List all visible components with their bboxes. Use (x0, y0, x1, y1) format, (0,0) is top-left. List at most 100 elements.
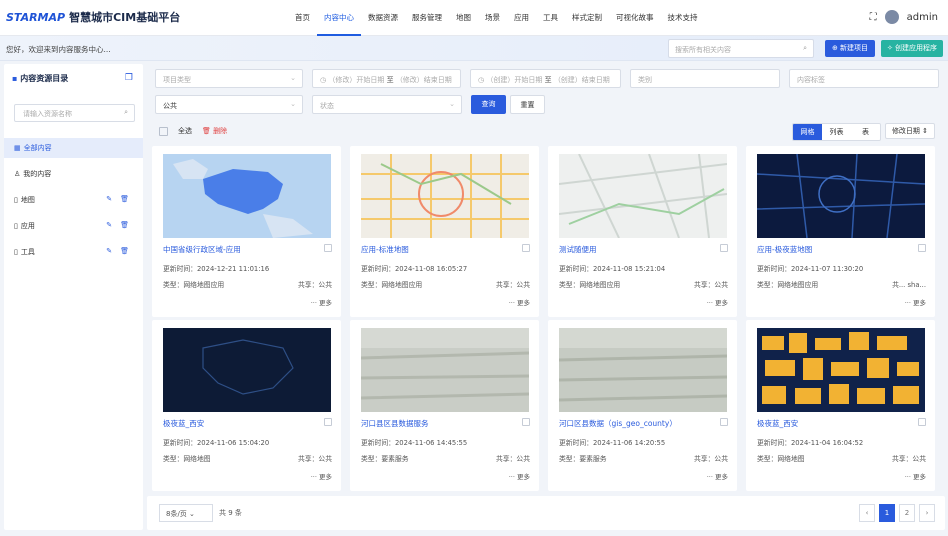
type-select[interactable]: 项目类型 ⌄ (155, 69, 303, 88)
card-more[interactable]: ··· 更多 (905, 297, 926, 307)
nav-style-custom[interactable]: 样式定制 (565, 0, 609, 36)
nav-support[interactable]: 技术支持 (661, 0, 705, 36)
card-checkbox[interactable] (324, 418, 332, 426)
card-title[interactable]: 极夜蓝_西安 (163, 418, 204, 429)
sort-select[interactable]: 修改日期 ⇕ (885, 123, 935, 139)
card-title[interactable]: 中国省级行政区域-应用 (163, 244, 241, 255)
nav-visual-story[interactable]: 可视化故事 (609, 0, 661, 36)
chevron-down-icon: ⌄ (449, 100, 455, 108)
sidebar-item-apps[interactable]: ▯ 应用 ✎ 🗑 (4, 216, 143, 236)
map-thumbnail[interactable] (559, 154, 727, 238)
card-checkbox[interactable] (720, 244, 728, 252)
reset-button[interactable]: 重置 (510, 95, 545, 114)
map-thumbnail[interactable] (163, 154, 331, 238)
card-title[interactable]: 测试随便用 (559, 244, 597, 255)
map-thumbnail[interactable] (757, 154, 925, 238)
search-icon[interactable]: ⌕ (124, 108, 128, 117)
nav-data-resources[interactable]: 数据资源 (361, 0, 405, 36)
content-card[interactable]: 测试随便用 更新时间：2024-11-08 15:21:04 类型：网络地图应用… (548, 146, 737, 317)
page-button-1[interactable]: 1 (879, 504, 895, 522)
card-title[interactable]: 河口县区县数据服务 (361, 418, 429, 429)
sidebar-item-all[interactable]: ▦ 全部内容 (4, 138, 143, 158)
map-thumbnail[interactable] (163, 328, 331, 412)
card-title[interactable]: 河口区县数据（gis_geo_county） (559, 418, 677, 429)
trash-icon[interactable]: 🗑 (120, 195, 129, 203)
card-more[interactable]: ··· 更多 (707, 297, 728, 307)
card-more[interactable]: ··· 更多 (707, 471, 728, 481)
nav-maps[interactable]: 地图 (449, 0, 478, 36)
edit-icon[interactable]: ✎ (106, 247, 112, 255)
sidebar-item-maps[interactable]: ▯ 地图 ✎ 🗑 (4, 190, 143, 210)
card-checkbox[interactable] (324, 244, 332, 252)
modify-date-range[interactable]: ◷ （修改）开始日期 至 （修改）结束日期 (312, 69, 461, 88)
page-button-2[interactable]: 2 (899, 504, 915, 522)
tags-input[interactable]: 内容标签 (789, 69, 939, 88)
sidebar-search-input[interactable]: 请输入资源名称 ⌕ (14, 104, 135, 122)
card-more[interactable]: ··· 更多 (311, 297, 332, 307)
nav-home[interactable]: 首页 (288, 0, 317, 36)
nav-scenes[interactable]: 场景 (478, 0, 507, 36)
card-checkbox[interactable] (918, 244, 926, 252)
content-card[interactable]: 极夜蓝_西安 更新时间：2024-11-06 15:04:20 类型：网络地图 … (152, 320, 341, 491)
select-all-checkbox[interactable] (159, 126, 168, 136)
map-thumbnail[interactable] (757, 328, 925, 412)
edit-icon[interactable]: ✎ (106, 221, 112, 229)
view-grid-button[interactable]: 网格 (793, 124, 822, 140)
card-checkbox[interactable] (522, 244, 530, 252)
trash-icon[interactable]: 🗑 (120, 221, 129, 229)
content-card[interactable]: 河口区县数据（gis_geo_county） 更新时间：2024-11-06 1… (548, 320, 737, 491)
content-card[interactable]: 应用-极夜蓝地图 更新时间：2024-11-07 11:30:20 类型：网络地… (746, 146, 935, 317)
create-start: （创建）开始日期 (486, 76, 543, 84)
page-size-select[interactable]: 8条/页 ⌄ (159, 504, 213, 522)
user-name[interactable]: admin (907, 12, 938, 23)
card-title[interactable]: 应用-标准地图 (361, 244, 409, 255)
content-card[interactable]: 河口县区县数据服务 更新时间：2024-11-06 14:45:55 类型：要素… (350, 320, 539, 491)
delete-button[interactable]: 🗑 删除 (202, 126, 227, 136)
share-select[interactable]: 公共 ⌄ (155, 95, 303, 114)
logo[interactable]: STARMAP 智慧城市CIM基础平台 (6, 9, 180, 25)
card-more[interactable]: ··· 更多 (905, 471, 926, 481)
card-more[interactable]: ··· 更多 (509, 297, 530, 307)
view-table-button[interactable]: 表 (851, 124, 880, 140)
map-thumbnail[interactable] (361, 328, 529, 412)
prev-page-button[interactable]: ‹ (859, 504, 875, 522)
copy-icon[interactable]: ❐ (125, 73, 133, 83)
nav-tools[interactable]: 工具 (536, 0, 565, 36)
global-search-input[interactable]: 搜索所有相关内容 ⌕ (668, 39, 814, 58)
content-card[interactable]: 应用-标准地图 更新时间：2024-11-08 16:05:27 类型：网络地图… (350, 146, 539, 317)
search-icon[interactable]: ⌕ (803, 44, 807, 53)
select-all-label[interactable]: 全选 (178, 126, 192, 136)
avatar[interactable] (884, 10, 899, 24)
card-checkbox[interactable] (918, 418, 926, 426)
map-thumbnail[interactable] (361, 154, 529, 238)
sidebar-item-tools[interactable]: ▯ 工具 ✎ 🗑 (4, 242, 143, 262)
card-more[interactable]: ··· 更多 (509, 471, 530, 481)
content-card[interactable]: 极夜蓝_西安 更新时间：2024-11-04 16:04:52 类型：网络地图 … (746, 320, 935, 491)
fullscreen-icon[interactable]: ⛶ (870, 12, 877, 23)
content-area: 全选 🗑 删除 网格 列表 表 修改日期 ⇕ 中国省级行政区域-应用 更新时间：… (147, 120, 945, 494)
card-checkbox[interactable] (522, 418, 530, 426)
edit-icon[interactable]: ✎ (106, 195, 112, 203)
card-title[interactable]: 极夜蓝_西安 (757, 418, 798, 429)
card-checkbox[interactable] (720, 418, 728, 426)
light-map-image (559, 154, 727, 238)
create-date-range[interactable]: ◷ （创建）开始日期 至 （创建）结束日期 (470, 69, 621, 88)
trash-icon[interactable]: 🗑 (120, 247, 129, 255)
grid-icon: ▦ (14, 144, 21, 152)
card-more[interactable]: ··· 更多 (311, 471, 332, 481)
map-thumbnail[interactable] (559, 328, 727, 412)
create-app-button[interactable]: ✧ 创建应用程序 (881, 40, 943, 57)
new-project-button[interactable]: ⊕ 新建项目 (825, 40, 875, 57)
category-input[interactable]: 类别 (630, 69, 780, 88)
next-page-button[interactable]: › (919, 504, 935, 522)
status-select[interactable]: 状态 ⌄ (312, 95, 462, 114)
card-time: 更新时间：2024-11-06 14:45:55 (361, 439, 468, 447)
content-card[interactable]: 中国省级行政区域-应用 更新时间：2024-12-21 11:01:16 类型：… (152, 146, 341, 317)
nav-apps[interactable]: 应用 (507, 0, 536, 36)
card-title[interactable]: 应用-极夜蓝地图 (757, 244, 812, 255)
view-list-button[interactable]: 列表 (822, 124, 851, 140)
query-button[interactable]: 查询 (471, 95, 506, 114)
nav-service-management[interactable]: 服务管理 (405, 0, 449, 36)
sidebar-item-mine[interactable]: ♙ 我的内容 (4, 164, 143, 184)
nav-content-center[interactable]: 内容中心 (317, 0, 361, 36)
